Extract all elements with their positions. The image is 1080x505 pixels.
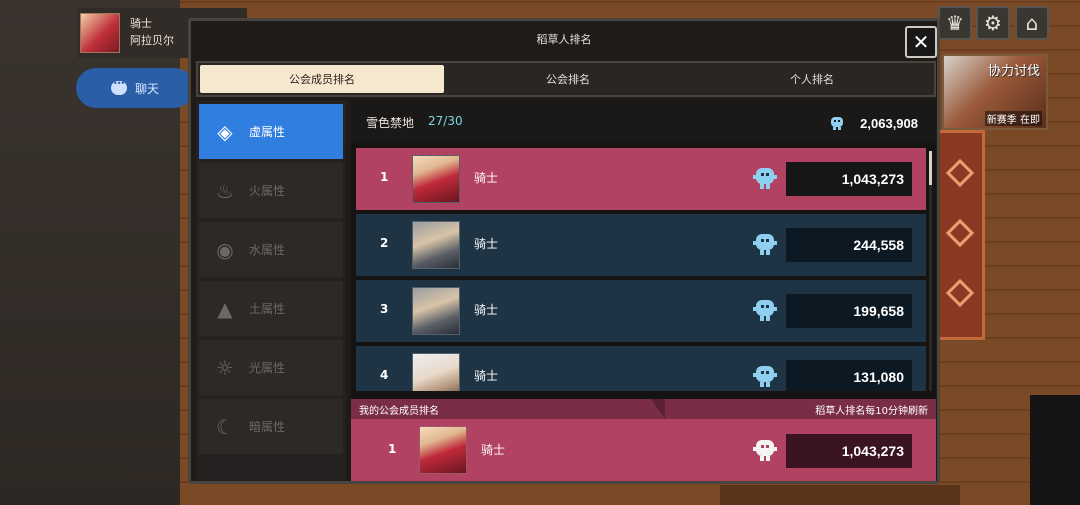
guild-name: 雪色禁地 <box>366 116 415 130</box>
ranking-tabs: 公会成员排名 公会排名 个人排名 <box>196 61 936 97</box>
sidebar-item-label: 暗属性 <box>249 420 286 434</box>
member-avatar <box>412 353 460 391</box>
ranking-row[interactable]: 3 骑士 199,658 <box>356 280 926 342</box>
ranking-row[interactable]: 2 骑士 244,558 <box>356 214 926 276</box>
player-avatar[interactable] <box>80 13 120 53</box>
element-sidebar: ◈ 虚属性 ♨ 火属性 ◉ 水属性 ▲ 土属性 ☼ 光属性 ☾ 暗属性 <box>196 101 346 481</box>
member-name: 骑士 <box>474 303 499 317</box>
modal-title: 稻草人排名 <box>536 33 592 46</box>
tab-guild-member-ranking[interactable]: 公会成员排名 <box>200 65 444 93</box>
chat-bubble-icon <box>110 79 127 95</box>
member-name: 骑士 <box>474 237 499 251</box>
sidebar-item-light[interactable]: ☼ 光属性 <box>199 340 343 395</box>
void-element-icon: ◈ <box>217 119 233 144</box>
member-score: 244,558 <box>786 228 912 262</box>
rank-number: 1 <box>388 442 397 456</box>
sidebar-item-water[interactable]: ◉ 水属性 <box>199 222 343 277</box>
scarecrow-score-icon <box>753 234 777 255</box>
scarecrow-score-icon <box>831 117 843 130</box>
member-avatar <box>412 155 460 203</box>
crown-icon[interactable]: ♛ <box>938 6 972 40</box>
member-score: 131,080 <box>786 360 912 391</box>
member-name: 骑士 <box>481 443 506 457</box>
member-name: 骑士 <box>474 171 499 185</box>
home-icon[interactable]: ⌂ <box>1015 6 1049 40</box>
member-avatar <box>412 287 460 335</box>
sidebar-item-earth[interactable]: ▲ 土属性 <box>199 281 343 336</box>
scarecrow-score-icon <box>753 366 777 387</box>
member-score: 1,043,273 <box>786 162 912 196</box>
chat-label: 聊天 <box>134 81 159 96</box>
guild-total-score: 2,063,908 <box>860 116 918 131</box>
close-button[interactable]: ✕ <box>905 26 937 58</box>
sidebar-item-label: 土属性 <box>249 302 286 316</box>
scrollbar-thumb[interactable] <box>929 151 932 185</box>
member-avatar <box>419 426 467 474</box>
member-score: 1,043,273 <box>786 434 912 468</box>
dark-element-icon: ☾ <box>216 414 234 439</box>
sidebar-item-label: 光属性 <box>249 361 286 375</box>
chat-button[interactable]: 聊天 <box>76 68 194 108</box>
scarecrow-score-icon <box>753 168 777 189</box>
fire-element-icon: ♨ <box>216 178 234 203</box>
event-subtitle: 新赛季 在即 <box>984 111 1042 126</box>
rank-number: 4 <box>380 368 389 382</box>
header-divider <box>651 399 665 419</box>
water-element-icon: ◉ <box>216 237 234 262</box>
ranking-row[interactable]: 4 骑士 131,080 <box>356 346 926 391</box>
player-guild: 阿拉贝尔 <box>130 35 174 47</box>
member-name: 骑士 <box>474 369 499 383</box>
rank-number: 3 <box>380 302 389 316</box>
tab-personal-ranking[interactable]: 个人排名 <box>690 63 934 95</box>
scarecrow-score-icon <box>753 440 777 461</box>
player-name: 骑士 <box>130 18 152 30</box>
guild-member-count: 27/30 <box>428 114 463 128</box>
guild-header: 雪色禁地 27/30 2,063,908 <box>351 101 936 143</box>
ranking-modal: 稻草人排名 ✕ 公会成员排名 公会排名 个人排名 ◈ 虚属性 ♨ 火属性 ◉ 水… <box>188 18 940 484</box>
sidebar-item-dark[interactable]: ☾ 暗属性 <box>199 399 343 454</box>
member-avatar <box>412 221 460 269</box>
tab-guild-ranking[interactable]: 公会排名 <box>446 63 690 95</box>
background-dark-area <box>1030 395 1080 505</box>
rank-number: 2 <box>380 236 389 250</box>
refresh-note: 稻草人排名每10分钟刷新 <box>815 406 928 417</box>
sidebar-item-fire[interactable]: ♨ 火属性 <box>199 163 343 218</box>
rank-number: 1 <box>380 170 389 184</box>
close-icon: ✕ <box>912 30 930 54</box>
my-rank-row[interactable]: 1 骑士 1,043,273 <box>351 419 936 481</box>
background-carpet <box>935 130 985 340</box>
event-banner[interactable]: 协力讨伐 新赛季 在即 <box>942 54 1048 130</box>
background-bottom-strip <box>720 485 960 505</box>
my-rank-header: 我的公会成员排名 稻草人排名每10分钟刷新 <box>351 399 936 419</box>
sidebar-item-label: 水属性 <box>249 243 286 257</box>
sidebar-item-void[interactable]: ◈ 虚属性 <box>199 104 343 159</box>
sidebar-item-label: 火属性 <box>249 184 286 198</box>
ranking-scrollbar[interactable] <box>929 151 932 391</box>
light-element-icon: ☼ <box>216 355 234 380</box>
ranking-list[interactable]: 1 骑士 1,043,273 2 骑士 244,558 3 骑士 199,658… <box>356 148 927 391</box>
event-title: 协力讨伐 <box>987 64 1040 79</box>
my-rank-title: 我的公会成员排名 <box>359 406 439 417</box>
earth-element-icon: ▲ <box>217 296 233 321</box>
settings-gear-icon[interactable]: ⚙ <box>976 6 1010 40</box>
ranking-row[interactable]: 1 骑士 1,043,273 <box>356 148 926 210</box>
scarecrow-score-icon <box>753 300 777 321</box>
sidebar-item-label: 虚属性 <box>249 125 286 139</box>
ranking-panel: 雪色禁地 27/30 2,063,908 1 骑士 1,043,273 2 骑士… <box>351 101 936 481</box>
member-score: 199,658 <box>786 294 912 328</box>
